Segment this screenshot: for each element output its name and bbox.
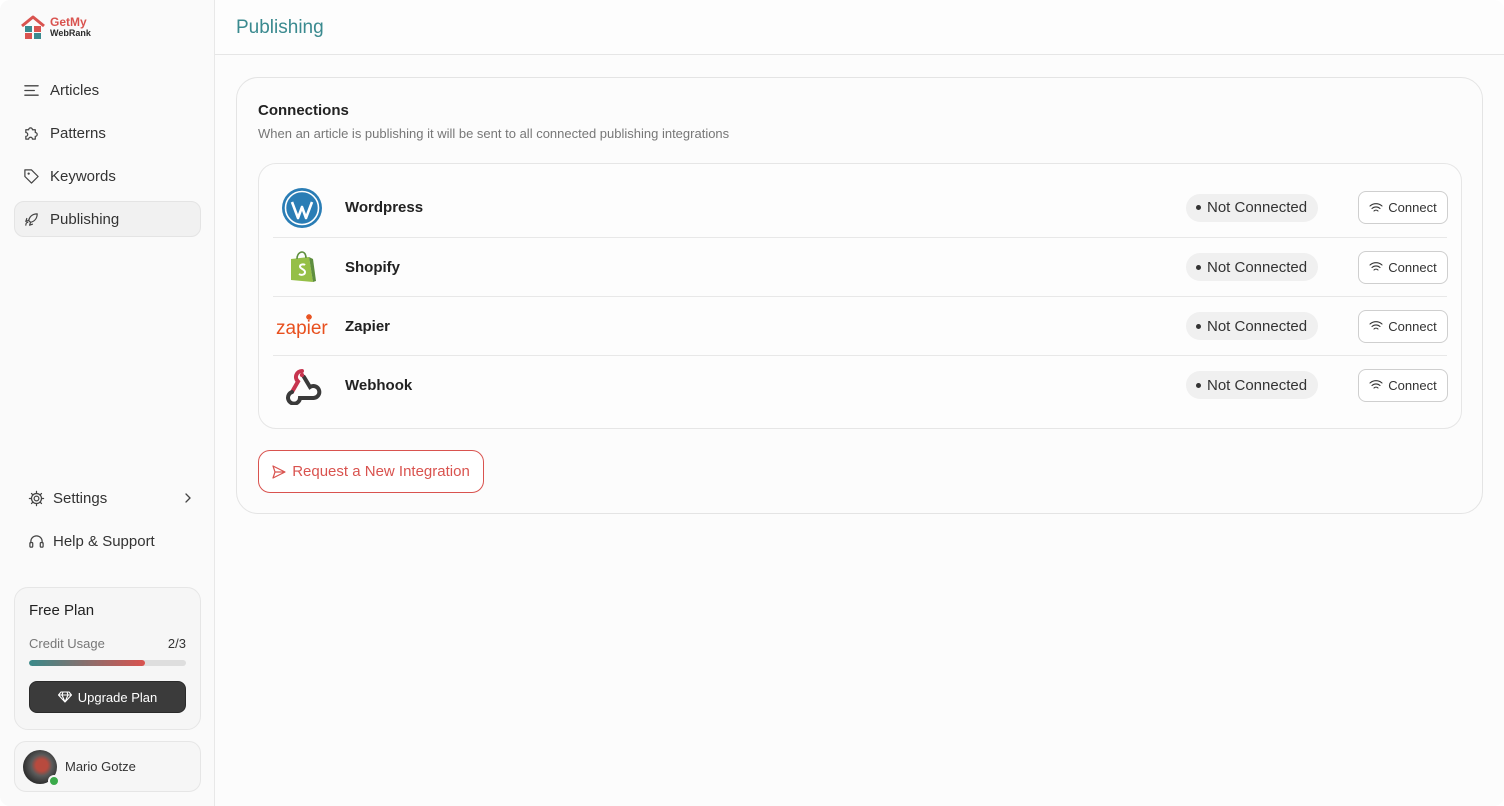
sidebar-item-help-support[interactable]: Help & Support bbox=[22, 523, 194, 559]
app-window: GetMy WebRank Articles Patterns Keywords… bbox=[0, 0, 1504, 806]
webhook-logo-icon bbox=[273, 360, 331, 410]
user-profile[interactable]: Mario Gotze bbox=[14, 741, 201, 792]
zapier-logo-icon: zapier bbox=[273, 301, 331, 351]
credit-usage-row: Credit Usage 2/3 bbox=[29, 636, 186, 651]
connect-label: Connect bbox=[1388, 259, 1437, 275]
upgrade-plan-label: Upgrade Plan bbox=[77, 689, 158, 705]
status-text: Not Connected bbox=[1207, 199, 1308, 216]
sidebar-item-keywords[interactable]: Keywords bbox=[14, 158, 201, 194]
connect-button-webhook[interactable]: Connect bbox=[1358, 368, 1448, 402]
integration-name: Shopify bbox=[345, 258, 400, 276]
online-status-dot bbox=[48, 774, 60, 787]
integration-name: Webhook bbox=[345, 376, 413, 394]
plan-name: Free Plan bbox=[29, 602, 95, 619]
sidebar-nav: Articles Patterns Keywords Publishing bbox=[14, 72, 201, 244]
sidebar-item-settings[interactable]: Settings bbox=[22, 480, 194, 516]
sidebar-item-label: Publishing bbox=[50, 210, 120, 228]
avatar bbox=[23, 749, 60, 787]
plan-card: Free Plan Credit Usage 2/3 Upgrade Plan bbox=[14, 587, 201, 730]
list-icon bbox=[24, 84, 39, 96]
connections-subtitle: When an article is publishing it will be… bbox=[258, 126, 730, 141]
status-text: Not Connected bbox=[1207, 258, 1308, 276]
house-logo-icon bbox=[21, 15, 45, 39]
diamond-icon bbox=[57, 691, 72, 703]
credit-usage-value: 2/3 bbox=[167, 636, 186, 651]
credit-usage-label: Credit Usage bbox=[29, 636, 105, 651]
send-icon bbox=[272, 464, 286, 479]
wifi-icon bbox=[1369, 262, 1383, 271]
credit-usage-fill bbox=[29, 660, 146, 666]
status-text: Not Connected bbox=[1207, 317, 1308, 335]
connections-card: Connections When an article is publishin… bbox=[236, 77, 1483, 514]
credit-usage-bar bbox=[29, 660, 186, 666]
sidebar-item-label: Patterns bbox=[50, 124, 106, 142]
brand-name-line2: WebRank bbox=[50, 28, 91, 38]
sidebar-item-articles[interactable]: Articles bbox=[14, 72, 201, 108]
sidebar: GetMy WebRank Articles Patterns Keywords… bbox=[0, 0, 215, 806]
connect-button-zapier[interactable]: Connect bbox=[1358, 309, 1448, 343]
wordpress-logo-icon bbox=[273, 183, 331, 233]
connect-label: Connect bbox=[1388, 200, 1437, 215]
sidebar-bottom-nav: Settings Help & Support bbox=[22, 480, 194, 566]
status-badge: Not Connected bbox=[1186, 193, 1319, 222]
sidebar-item-label: Keywords bbox=[50, 167, 116, 185]
connections-title: Connections bbox=[258, 102, 349, 119]
sidebar-item-patterns[interactable]: Patterns bbox=[14, 115, 201, 151]
connect-button-wordpress[interactable]: Connect bbox=[1358, 191, 1448, 224]
chevron-right-icon bbox=[185, 493, 191, 503]
help-support-label: Help & Support bbox=[53, 532, 155, 550]
rocket-icon bbox=[25, 212, 38, 226]
gear-icon bbox=[28, 490, 45, 506]
connect-button-shopify[interactable]: Connect bbox=[1358, 250, 1448, 284]
wifi-icon bbox=[1369, 321, 1383, 330]
user-name: Mario Gotze bbox=[65, 759, 136, 774]
status-badge: Not Connected bbox=[1186, 312, 1319, 340]
wifi-icon bbox=[1369, 380, 1383, 389]
settings-label: Settings bbox=[53, 489, 108, 507]
headset-icon bbox=[29, 534, 44, 548]
puzzle-icon bbox=[25, 126, 38, 140]
status-badge: Not Connected bbox=[1186, 253, 1319, 281]
sidebar-item-label: Articles bbox=[50, 81, 100, 99]
integration-row-webhook: Webhook Not Connected Connect bbox=[273, 355, 1448, 414]
integration-name: Wordpress bbox=[345, 199, 424, 216]
sidebar-item-publishing[interactable]: Publishing bbox=[14, 201, 201, 237]
svg-text:zapier: zapier bbox=[276, 318, 328, 339]
integration-row-wordpress: Wordpress Not Connected Connect bbox=[273, 178, 1448, 237]
tag-icon bbox=[24, 168, 39, 184]
shopify-logo-icon bbox=[273, 242, 331, 292]
wifi-icon bbox=[1369, 202, 1383, 212]
integration-row-shopify: Shopify Not Connected Connect bbox=[273, 237, 1448, 296]
brand-logo[interactable]: GetMy WebRank bbox=[20, 14, 91, 42]
brand-name-line1: GetMy bbox=[50, 15, 87, 29]
top-bar: Publishing bbox=[215, 0, 1504, 55]
status-badge: Not Connected bbox=[1186, 371, 1319, 399]
integration-name: Zapier bbox=[345, 317, 391, 335]
integration-row-zapier: zapier Zapier Not Connected Connect bbox=[273, 296, 1448, 355]
status-text: Not Connected bbox=[1207, 376, 1308, 394]
connect-label: Connect bbox=[1388, 318, 1437, 334]
request-integration-button[interactable]: Request a New Integration bbox=[258, 450, 484, 493]
request-integration-label: Request a New Integration bbox=[292, 463, 470, 480]
integrations-list: Wordpress Not Connected Connect Shopify … bbox=[258, 163, 1462, 429]
page-title: Publishing bbox=[236, 17, 324, 38]
connect-label: Connect bbox=[1388, 377, 1437, 393]
upgrade-plan-button[interactable]: Upgrade Plan bbox=[29, 681, 186, 713]
